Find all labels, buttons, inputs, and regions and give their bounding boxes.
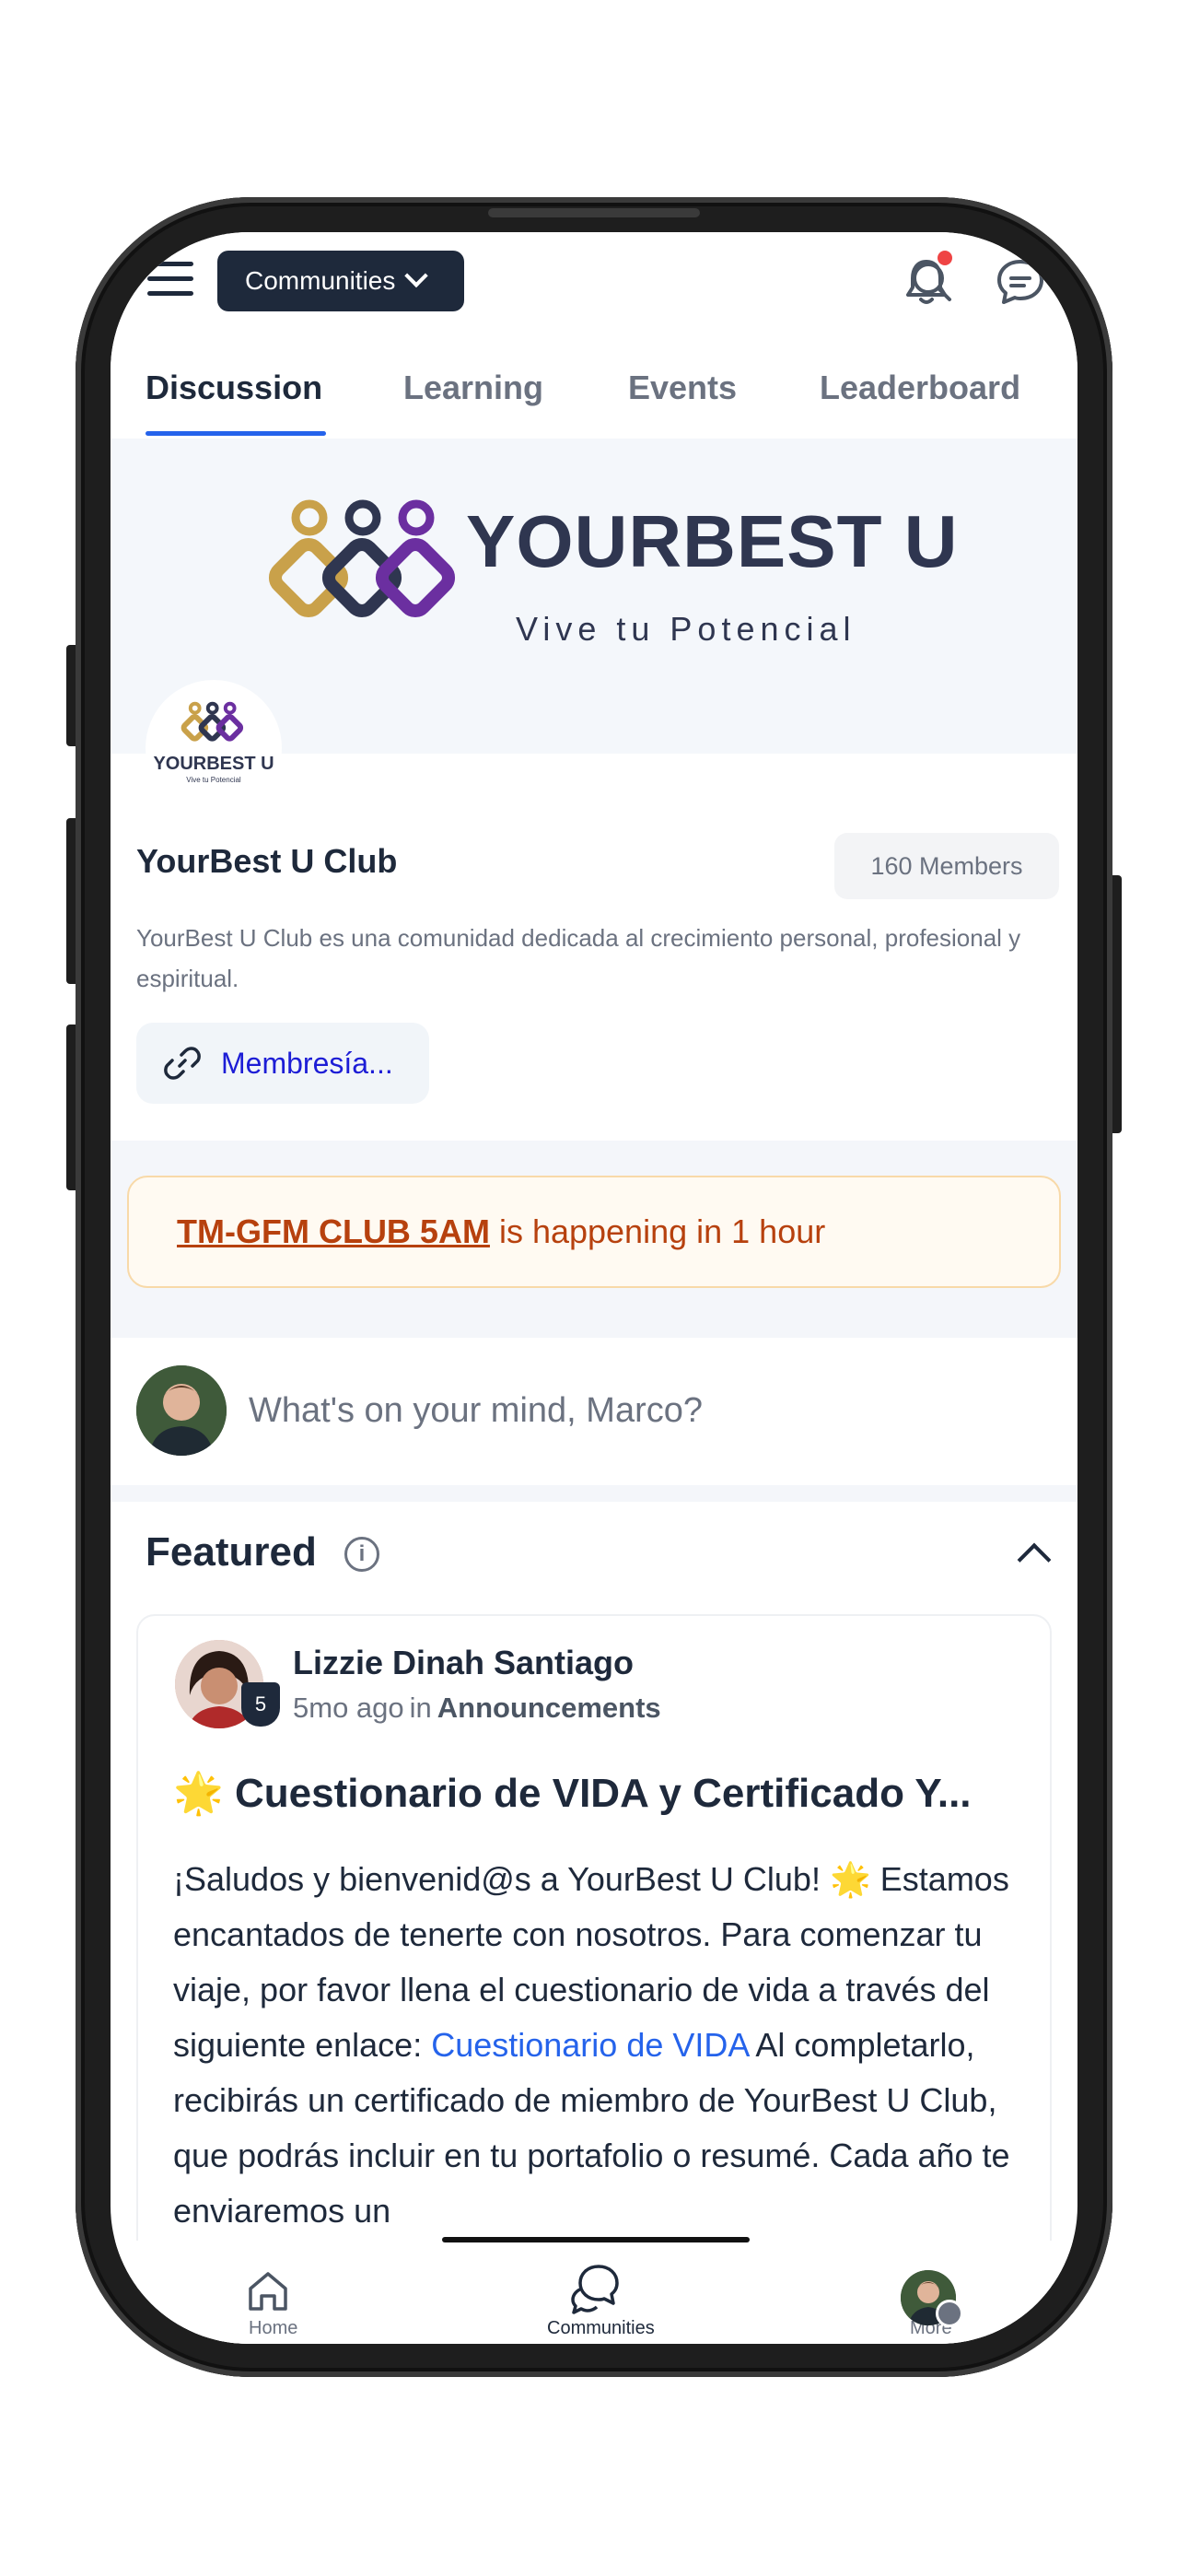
post-in-label: in (409, 1692, 432, 1724)
communities-label: Communities (245, 266, 396, 295)
featured-post-card[interactable]: 5 Lizzie Dinah Santiago 5mo ago in Announc… (136, 1614, 1052, 2344)
level-badge: 5 (241, 1682, 280, 1727)
event-link[interactable]: TM-GFM CLUB 5AM (177, 1212, 490, 1251)
post-author[interactable]: Lizzie Dinah Santiago (293, 1644, 634, 1682)
notification-dot (938, 251, 952, 265)
home-icon[interactable] (245, 2268, 291, 2314)
membership-link-button[interactable]: Membresía... (136, 1023, 429, 1104)
questionnaire-link[interactable]: Cuestionario de VIDA (431, 2026, 748, 2064)
more-menu-badge-icon (936, 2300, 963, 2327)
user-avatar (136, 1365, 227, 1456)
featured-heading: Featured (146, 1529, 317, 1575)
tab-leaderboard[interactable]: Leaderboard (820, 369, 1020, 407)
post-body: ¡Saludos y bienvenid@s a YourBest U Club… (173, 1852, 1030, 2239)
avatar-logo-subtitle: Vive tu Potencial (186, 776, 241, 784)
tab-events[interactable]: Events (628, 369, 737, 407)
community-logo-icon (181, 701, 244, 742)
membership-link-label: Membresía... (221, 1046, 393, 1080)
top-bar: Communities (111, 232, 1077, 341)
user-photo-icon (136, 1365, 227, 1456)
info-icon[interactable]: i (344, 1537, 379, 1572)
post-composer[interactable]: What's on your mind, Marco? (111, 1338, 1077, 1485)
menu-icon[interactable] (147, 262, 193, 299)
avatar-logo-title: YOURBEST U (153, 754, 274, 774)
communities-dropdown[interactable]: Communities (217, 251, 464, 311)
composer-placeholder: What's on your mind, Marco? (249, 1391, 703, 1430)
community-description: YourBest U Club es una comunidad dedicad… (136, 924, 1021, 992)
event-alert-text: is happening in 1 hour (498, 1212, 826, 1250)
home-indicator (442, 2237, 750, 2242)
community-name: YourBest U Club (136, 842, 398, 880)
community-avatar: YOURBEST U Vive tu Potencial (146, 680, 282, 816)
communities-nav-icon[interactable] (567, 2261, 623, 2314)
banner-logo-title: YOURBEST U (466, 500, 959, 582)
post-meta: 5mo ago in Announcements (293, 1692, 661, 1725)
logo-mark-icon (268, 499, 456, 618)
banner-logo-subtitle: Vive tu Potencial (516, 610, 856, 648)
speaker-grille (488, 208, 700, 217)
section-divider (111, 1485, 1077, 1502)
app-screen: Communities Discussion Learning Events L… (111, 232, 1077, 2344)
post-time: 5mo ago (293, 1692, 404, 1724)
tab-learning[interactable]: Learning (403, 369, 543, 407)
section-tabs: Discussion Learning Events Leaderboard (111, 341, 1077, 441)
post-title[interactable]: 🌟 Cuestionario de VIDA y Certificado Y..… (173, 1769, 1020, 1817)
active-tab-indicator (146, 431, 326, 436)
tab-discussion[interactable]: Discussion (146, 369, 322, 407)
chat-icon[interactable] (995, 256, 1050, 308)
post-space-link[interactable]: Announcements (437, 1692, 661, 1724)
chevron-up-icon[interactable] (1017, 1542, 1052, 1577)
link-icon (164, 1047, 201, 1080)
nav-home-label[interactable]: Home (249, 2318, 297, 2339)
event-alert-banner: TM-GFM CLUB 5AM is happening in 1 hour (127, 1176, 1061, 1288)
chevron-down-icon (404, 263, 429, 288)
nav-communities-label[interactable]: Communities (547, 2318, 655, 2339)
members-count-badge[interactable]: 160 Members (834, 833, 1059, 899)
